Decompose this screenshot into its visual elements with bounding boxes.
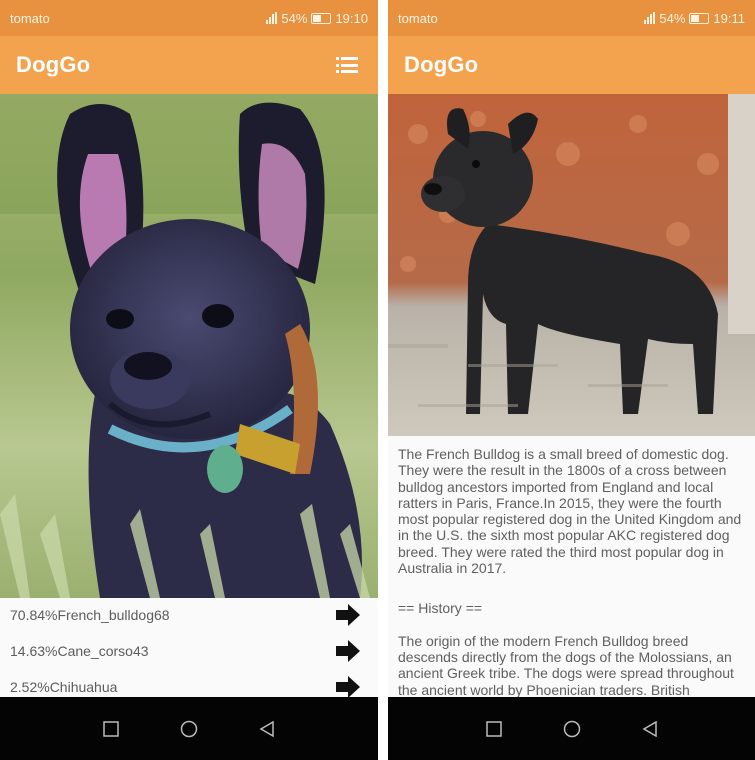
- breed-detail-screen: tomato 54% 19:11 DogGo The French Bulldo…: [388, 0, 755, 760]
- clock: 19:11: [713, 10, 745, 26]
- arrow-right-icon[interactable]: [336, 640, 360, 662]
- dog-photo: [0, 94, 378, 598]
- history-heading: == History ==: [398, 600, 483, 617]
- square-icon[interactable]: [101, 719, 121, 739]
- prediction-label: 2.52%Chihuahua: [10, 679, 118, 695]
- triangle-back-icon[interactable]: [640, 719, 660, 739]
- breed-summary: The French Bulldog is a small breed of d…: [398, 446, 742, 577]
- app-title: DogGo: [404, 52, 479, 77]
- status-indicators: 54% 19:11: [644, 11, 745, 26]
- prediction-list: 70.84%French_bulldog68 14.63%Cane_corso4…: [0, 598, 378, 698]
- triangle-back-icon[interactable]: [257, 719, 277, 739]
- app-bar: DogGo: [0, 36, 378, 94]
- carrier-name: tomato: [398, 10, 438, 26]
- status-bar: tomato 54% 19:11: [388, 0, 755, 36]
- battery-icon: [311, 12, 332, 24]
- square-icon[interactable]: [484, 719, 504, 739]
- app-title: DogGo: [16, 52, 91, 77]
- status-bar: tomato 54% 19:10: [0, 0, 378, 36]
- system-nav-bar: [388, 697, 755, 760]
- breed-description: The French Bulldog is a small breed of d…: [398, 446, 747, 698]
- list-item[interactable]: 70.84%French_bulldog68: [0, 599, 378, 631]
- circle-icon[interactable]: [179, 719, 199, 739]
- signal-icon: [266, 12, 278, 24]
- arrow-right-icon[interactable]: [336, 676, 360, 698]
- classification-screen: tomato 54% 19:10 DogGo 70.84%French_bull…: [0, 0, 378, 760]
- battery-icon: [689, 12, 710, 24]
- divider: [378, 0, 388, 760]
- clock: 19:10: [335, 10, 368, 26]
- list-item[interactable]: 14.63%Cane_corso43: [0, 635, 378, 667]
- prediction-label: 14.63%Cane_corso43: [10, 643, 149, 659]
- list-menu-icon[interactable]: [336, 57, 358, 73]
- history-text: The origin of the modern French Bulldog …: [398, 632, 734, 698]
- status-indicators: 54% 19:10: [266, 11, 368, 26]
- system-nav-bar: [0, 697, 378, 760]
- signal-icon: [644, 12, 656, 24]
- prediction-label: 70.84%French_bulldog68: [10, 607, 170, 623]
- carrier-name: tomato: [10, 10, 50, 26]
- arrow-right-icon[interactable]: [336, 604, 360, 626]
- app-bar: DogGo: [388, 36, 755, 94]
- battery-percent: 54%: [281, 10, 308, 26]
- circle-icon[interactable]: [562, 719, 582, 739]
- dog-photo: [388, 94, 755, 436]
- battery-percent: 54%: [659, 10, 686, 26]
